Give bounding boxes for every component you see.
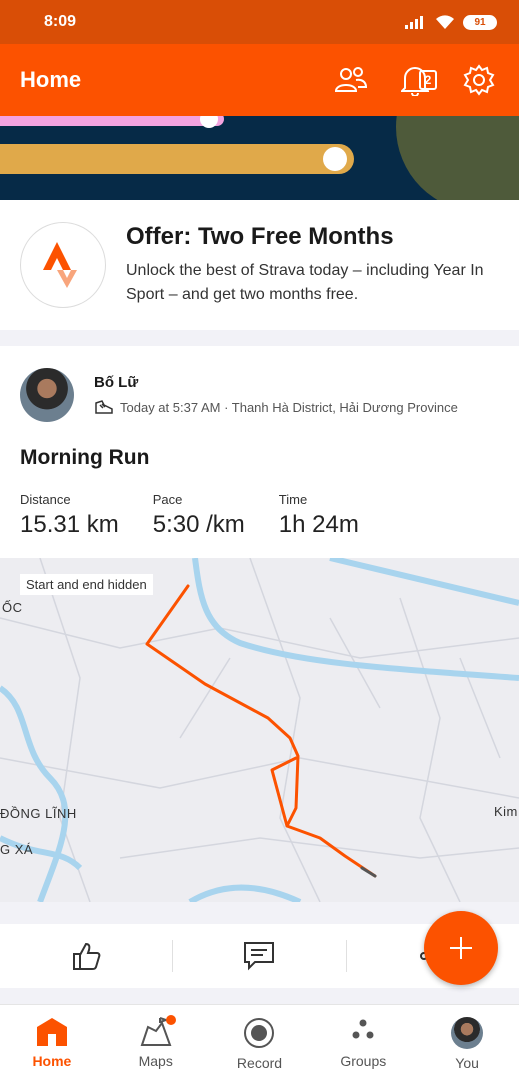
stat-value: 15.31 km bbox=[20, 511, 119, 538]
avatar bbox=[451, 1017, 484, 1049]
status-bar: 8:09 91 bbox=[0, 0, 519, 44]
nav-label: You bbox=[455, 1055, 479, 1071]
home-icon bbox=[36, 1018, 67, 1046]
groups-icon bbox=[352, 1019, 374, 1039]
bottom-nav: Home Maps Record Groups You bbox=[0, 1004, 519, 1080]
banner-pink-knob bbox=[200, 116, 218, 128]
map-place-label: Kim bbox=[494, 804, 518, 819]
activity-title[interactable]: Morning Run bbox=[20, 446, 149, 470]
banner-gold-bar bbox=[0, 144, 354, 174]
stat-time: Time 1h 24m bbox=[279, 492, 359, 539]
banner-gold-knob bbox=[323, 147, 347, 171]
shoe-icon bbox=[95, 400, 113, 414]
stat-pace: Pace 5:30 /km bbox=[153, 492, 245, 539]
nav-label: Record bbox=[236, 1055, 283, 1071]
settings-gear-icon bbox=[463, 64, 495, 96]
kudos-button[interactable] bbox=[0, 924, 172, 988]
avatar[interactable] bbox=[20, 368, 74, 422]
activity-stats: Distance 15.31 km Pace 5:30 /km Time 1h … bbox=[20, 492, 393, 539]
offer-body: Unlock the best of Strava today – includ… bbox=[126, 262, 484, 303]
stat-value: 5:30 /km bbox=[152, 511, 245, 538]
stat-label: Time bbox=[278, 492, 308, 507]
activity-meta: Today at 5:37 AM · Thanh Hà District, Hả… bbox=[94, 399, 458, 415]
notifications-button[interactable]: 2 bbox=[395, 60, 437, 100]
map-privacy-note: Start and end hidden bbox=[20, 574, 153, 595]
settings-button[interactable] bbox=[459, 60, 499, 100]
athlete-row[interactable]: Bố Lữ Today at 5:37 AM · Thanh Hà Distri… bbox=[20, 368, 458, 422]
nav-item-maps[interactable]: Maps bbox=[104, 1005, 208, 1080]
status-time: 8:09 bbox=[44, 13, 77, 30]
banner-planet-graphic bbox=[396, 116, 519, 200]
nav-item-home[interactable]: Home bbox=[0, 1005, 104, 1080]
stat-value: 1h 24m bbox=[278, 511, 359, 538]
wifi-icon bbox=[436, 15, 454, 29]
nav-item-you[interactable]: You bbox=[415, 1005, 519, 1080]
battery-icon: 91 bbox=[463, 14, 497, 30]
athlete-name[interactable]: Bố Lữ bbox=[94, 374, 458, 391]
record-icon bbox=[244, 1018, 275, 1048]
new-indicator-dot bbox=[166, 1015, 177, 1025]
activity-map[interactable]: Start and end hidden ỐC ĐỒNG LĨNH G XÁ K… bbox=[0, 558, 519, 902]
signal-icon bbox=[405, 16, 423, 29]
nav-label: Home bbox=[32, 1053, 72, 1069]
map-place-label: G XÁ bbox=[0, 842, 34, 857]
promo-banner[interactable] bbox=[0, 116, 519, 200]
friends-button[interactable] bbox=[331, 60, 371, 100]
add-post-button[interactable] bbox=[424, 911, 498, 985]
comment-button[interactable] bbox=[173, 924, 345, 988]
thumbs-up-icon bbox=[73, 942, 101, 970]
offer-card[interactable]: Offer: Two Free Months Unlock the best o… bbox=[0, 200, 519, 330]
map-place-label: ĐỒNG LĨNH bbox=[0, 806, 77, 821]
map-place-label: ỐC bbox=[2, 600, 23, 615]
strava-logo bbox=[20, 222, 106, 308]
map-graphic bbox=[0, 558, 519, 902]
plus-icon bbox=[450, 937, 472, 959]
strava-logo-icon bbox=[43, 242, 77, 288]
status-indicators: 91 bbox=[405, 14, 497, 30]
nav-item-record[interactable]: Record bbox=[208, 1005, 312, 1080]
banner-pink-bar bbox=[0, 116, 224, 126]
activity-card[interactable]: Bố Lữ Today at 5:37 AM · Thanh Hà Distri… bbox=[0, 346, 519, 902]
activity-meta-text: Today at 5:37 AM · Thanh Hà District, Hả… bbox=[120, 399, 458, 415]
nav-item-groups[interactable]: Groups bbox=[311, 1005, 415, 1080]
athlete-info: Bố Lữ Today at 5:37 AM · Thanh Hà Distri… bbox=[94, 368, 458, 422]
page-title: Home bbox=[20, 67, 82, 92]
stat-distance: Distance 15.31 km bbox=[20, 492, 119, 539]
nav-label: Groups bbox=[340, 1053, 387, 1069]
app-header: Home 2 bbox=[0, 44, 519, 116]
friends-icon bbox=[334, 67, 368, 92]
stat-label: Distance bbox=[20, 492, 71, 507]
comment-icon bbox=[244, 942, 275, 971]
nav-label: Maps bbox=[138, 1053, 173, 1069]
notification-count-badge: 2 bbox=[419, 70, 437, 90]
offer-title: Offer: Two Free Months bbox=[126, 223, 394, 250]
offer-text: Offer: Two Free Months Unlock the best o… bbox=[126, 223, 499, 307]
stat-label: Pace bbox=[152, 492, 183, 507]
